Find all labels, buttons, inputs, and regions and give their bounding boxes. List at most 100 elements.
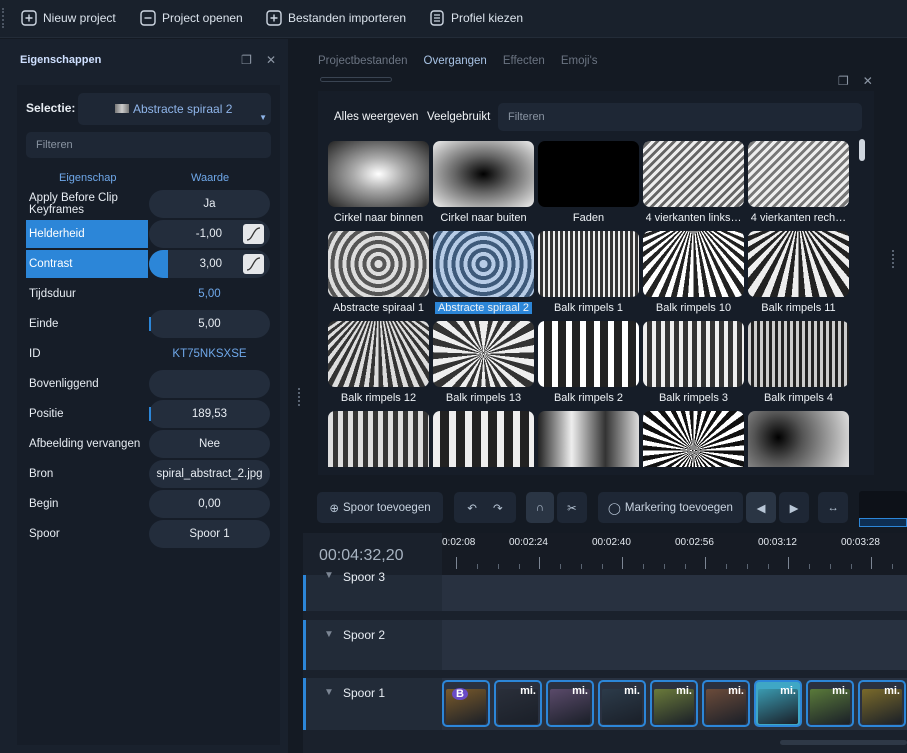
timeline-clip[interactable]: mi. <box>702 680 750 727</box>
panel-splitter[interactable] <box>892 250 895 268</box>
property-value-dropdown[interactable]: Spoor 1 <box>149 520 270 548</box>
property-value-slider[interactable]: 0,00 <box>149 490 270 518</box>
transition-thumbnail <box>328 141 429 207</box>
marker-prev-icon: ◀ <box>756 502 766 515</box>
show-all-filter[interactable]: Alles weergeven <box>334 111 418 123</box>
ruler-minor-tick <box>581 564 582 569</box>
open-project-button[interactable]: Project openen <box>139 8 243 28</box>
timeline-clip[interactable]: mi. <box>546 680 594 727</box>
choose-profile-button[interactable]: Profiel kiezen <box>428 8 523 28</box>
timeline-clip[interactable]: mi. <box>754 680 802 727</box>
property-value-field[interactable]: spiral_abstract_2.jpg <box>149 460 270 488</box>
float-panel-icon[interactable]: ❐ <box>241 53 252 67</box>
track-header[interactable]: ▼ Spoor 1 <box>303 678 442 730</box>
transition-thumbnail <box>538 231 639 297</box>
timeline-clip[interactable]: mi. <box>598 680 646 727</box>
razor-toggle[interactable]: ✂ <box>557 492 587 523</box>
time-ruler[interactable]: 0:02:08 00:02:24 00:02:40 00:02:56 00:03:12 0… <box>442 533 907 575</box>
track-header[interactable]: ▼ Spoor 2 <box>303 620 442 670</box>
transition-thumbnail <box>328 411 429 467</box>
undo-icon[interactable]: ↶ <box>467 501 477 515</box>
next-marker-button[interactable]: ▶ <box>779 492 809 523</box>
transition-tile[interactable] <box>748 411 849 467</box>
timeline-clip[interactable]: mi. <box>494 680 542 727</box>
add-track-button[interactable]: ⊕ Spoor toevoegen <box>317 492 443 523</box>
transition-tile[interactable]: 4 vierkanten links… <box>643 141 744 227</box>
redo-icon[interactable]: ↷ <box>493 501 503 515</box>
timeline-clip[interactable]: B <box>442 680 490 727</box>
transition-tile[interactable]: Abstracte spiraal 1 <box>328 231 429 317</box>
track-lane[interactable] <box>442 620 907 670</box>
transition-tile[interactable]: Balk rimpels 4 <box>748 321 849 407</box>
transition-tile[interactable]: Balk rimpels 13 <box>433 321 534 407</box>
property-value-button[interactable]: Nee <box>149 430 270 458</box>
property-value-slider[interactable]: 5,00 <box>149 310 270 338</box>
timeline-clip[interactable]: mi. <box>650 680 698 727</box>
track-header[interactable]: ▼ Spoor 3 <box>303 570 442 611</box>
ruler-minor-tick <box>830 564 831 569</box>
tab-transitions[interactable]: Overgangen <box>424 55 487 67</box>
snap-toggle[interactable]: ∩ <box>526 492 554 523</box>
column-header-property: Eigenschap <box>59 172 117 184</box>
transition-tile[interactable]: Balk rimpels 10 <box>643 231 744 317</box>
zoom-minimap[interactable] <box>859 491 907 527</box>
panel-splitter[interactable] <box>298 388 301 406</box>
transition-tile[interactable]: Balk rimpels 2 <box>538 321 639 407</box>
transition-thumbnail <box>748 231 849 297</box>
curve-icon[interactable] <box>243 224 264 244</box>
transition-tile[interactable] <box>643 411 744 467</box>
transitions-filter-input[interactable]: Filteren <box>498 103 862 131</box>
scissors-icon: ✂ <box>567 502 577 515</box>
ruler-minor-tick <box>892 564 893 569</box>
transition-tile[interactable]: Balk rimpels 11 <box>748 231 849 317</box>
add-track-label: Spoor toevoegen <box>343 501 431 514</box>
transition-tile[interactable]: 4 vierkanten rech… <box>748 141 849 227</box>
property-name: Helderheid <box>26 220 148 248</box>
close-icon[interactable]: ✕ <box>863 74 873 88</box>
tab-project-files[interactable]: Projectbestanden <box>318 55 408 67</box>
transition-tile[interactable]: Balk rimpels 1 <box>538 231 639 317</box>
chevron-down-icon: ▼ <box>324 687 334 698</box>
timeline-clip[interactable]: mi. <box>806 680 854 727</box>
property-value-slider[interactable]: 3,00 <box>149 250 270 278</box>
track-spoor-3: ▼ Spoor 3 <box>303 570 907 611</box>
close-icon[interactable]: ✕ <box>266 53 276 67</box>
selection-dropdown[interactable]: Abstracte spiraal 2 ▼ <box>78 93 271 125</box>
tab-emojis[interactable]: Emoji's <box>561 55 598 67</box>
transition-tile[interactable]: Balk rimpels 12 <box>328 321 429 407</box>
transition-tile[interactable] <box>328 411 429 467</box>
curve-icon[interactable] <box>243 254 264 274</box>
transition-tile[interactable]: Cirkel naar buiten <box>433 141 534 227</box>
property-row: Bron spiral_abstract_2.jpg <box>26 460 271 488</box>
transition-label: Cirkel naar binnen <box>333 212 424 224</box>
toolbar-grip[interactable] <box>2 8 6 28</box>
property-value-button[interactable]: Ja <box>149 190 270 218</box>
track-lane[interactable] <box>442 575 907 611</box>
property-value-slider[interactable]: 189,53 <box>149 400 270 428</box>
properties-filter-input[interactable]: Filteren <box>26 132 271 158</box>
property-value-slider[interactable]: -1,00 <box>149 220 270 248</box>
plus-square-icon <box>266 10 282 26</box>
transition-tile[interactable]: Faden <box>538 141 639 227</box>
import-files-button[interactable]: Bestanden importeren <box>265 8 406 28</box>
float-panel-icon[interactable]: ❐ <box>838 74 849 88</box>
transition-tile[interactable] <box>538 411 639 467</box>
center-playhead-button[interactable]: ↔ <box>818 492 848 523</box>
frequently-used-filter[interactable]: Veelgebruikt <box>427 111 490 123</box>
previous-marker-button[interactable]: ◀ <box>746 492 776 523</box>
transition-tile[interactable]: Balk rimpels 3 <box>643 321 744 407</box>
transition-tile[interactable] <box>433 411 534 467</box>
property-value-dropdown[interactable] <box>149 370 270 398</box>
transition-label: Balk rimpels 1 <box>553 302 624 314</box>
browser-scrollbar[interactable] <box>859 139 865 161</box>
timeline-scrollbar[interactable] <box>780 740 907 745</box>
transition-tile[interactable]: Cirkel naar binnen <box>328 141 429 227</box>
timeline-clip[interactable]: mi. <box>858 680 906 727</box>
ruler-tick <box>871 557 872 569</box>
new-project-button[interactable]: Nieuw project <box>20 8 116 28</box>
tab-effects[interactable]: Effecten <box>503 55 545 67</box>
transitions-grid: Cirkel naar binnen Cirkel naar buiten Fade… <box>328 141 853 467</box>
transition-tile[interactable]: Abstracte spiraal 2 <box>433 231 534 317</box>
add-marker-button[interactable]: ◯ Markering toevoegen <box>598 492 743 523</box>
undo-redo-group: ↶ ↷ <box>454 492 516 523</box>
